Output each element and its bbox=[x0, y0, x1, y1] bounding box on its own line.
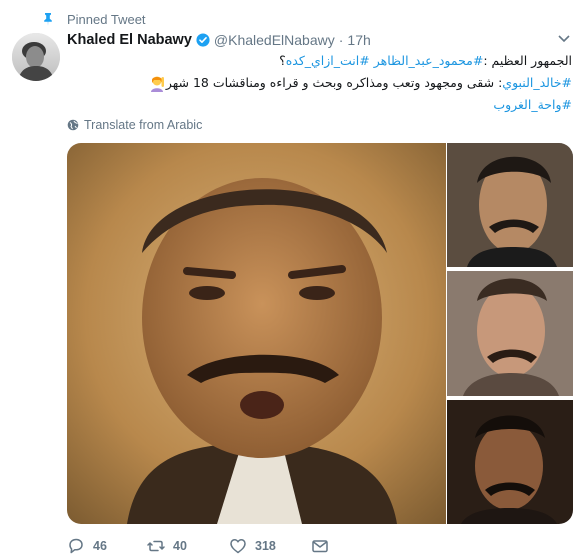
tweet-text-segment: الجمهور العظيم : bbox=[483, 53, 572, 68]
tweet-photo-2[interactable] bbox=[447, 143, 573, 267]
tweet-photo-main[interactable] bbox=[67, 143, 446, 524]
tweet-photo-3[interactable] bbox=[447, 271, 573, 396]
globe-icon bbox=[67, 119, 79, 131]
retweet-count: 40 bbox=[173, 539, 187, 553]
tweet-timestamp[interactable]: 17h bbox=[347, 32, 370, 48]
avatar[interactable] bbox=[12, 33, 60, 81]
tweet-photo-4[interactable] bbox=[447, 400, 573, 524]
reply-icon bbox=[69, 538, 83, 554]
reply-count: 46 bbox=[93, 539, 107, 553]
tweet-line-1: الجمهور العظيم : #محمود_عبد_الظاهر #انت_… bbox=[67, 50, 572, 72]
header-separator: · bbox=[338, 32, 344, 48]
like-count: 318 bbox=[255, 539, 276, 553]
chevron-down-icon[interactable] bbox=[557, 34, 571, 44]
hashtag-link[interactable]: #خالد_النبوي bbox=[502, 72, 572, 94]
reply-button[interactable]: 46 bbox=[67, 537, 147, 555]
tweet-header: Khaled El Nabawy @KhaledElNabawy · 17h bbox=[67, 30, 371, 50]
person-raising-hand-emoji-icon bbox=[150, 76, 164, 92]
verified-badge-icon bbox=[196, 33, 210, 47]
tweet-line-3: #واحة_الغروب bbox=[67, 94, 572, 116]
translate-link[interactable]: Translate from Arabic bbox=[67, 117, 202, 133]
hashtag-link[interactable]: #محمود_عبد_الظاهر bbox=[374, 50, 484, 72]
tweet-text: الجمهور العظيم : #محمود_عبد_الظاهر #انت_… bbox=[67, 50, 572, 116]
pinned-tweet-label: Pinned Tweet bbox=[67, 11, 146, 27]
author-name[interactable]: Khaled El Nabawy bbox=[67, 32, 192, 48]
tweet-line-2: #خالد_النبوي : شقى ومجهود وتعب ومذاكره و… bbox=[67, 72, 572, 94]
media-grid bbox=[67, 143, 573, 524]
hashtag-link[interactable]: #انت_ازاي_كده bbox=[286, 50, 370, 72]
tweet-action-bar: 46 40 318 bbox=[67, 534, 337, 558]
heart-icon bbox=[230, 539, 246, 554]
translate-label: Translate from Arabic bbox=[84, 118, 203, 132]
retweet-button[interactable]: 40 bbox=[147, 537, 229, 555]
like-button[interactable]: 318 bbox=[229, 537, 311, 555]
direct-message-button[interactable] bbox=[311, 537, 337, 555]
envelope-icon bbox=[312, 540, 328, 553]
hashtag-link[interactable]: #واحة_الغروب bbox=[493, 94, 572, 116]
retweet-icon bbox=[147, 540, 165, 552]
tweet-text-segment: ؟ bbox=[279, 53, 286, 68]
pinned-label-row: Pinned Tweet bbox=[41, 10, 146, 28]
pin-icon bbox=[44, 13, 52, 26]
author-handle[interactable]: @KhaledElNabawy bbox=[214, 32, 335, 48]
tweet-text-segment: : شقى ومجهود وتعب ومذاكره وبحث و قراءه و… bbox=[165, 75, 503, 90]
